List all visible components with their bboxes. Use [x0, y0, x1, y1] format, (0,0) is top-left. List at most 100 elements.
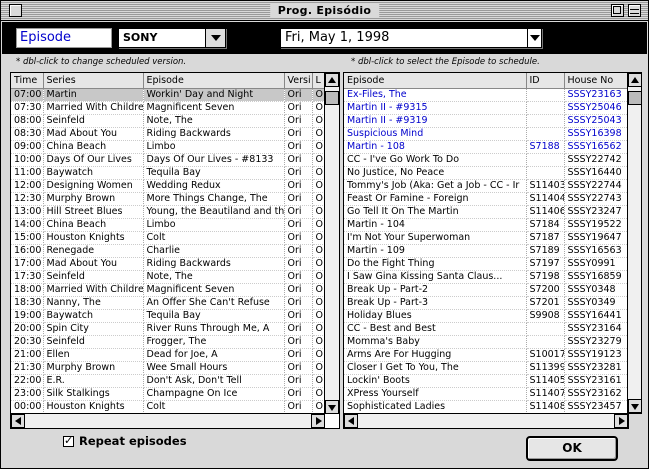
table-row[interactable]: 07:30 Married With Children Magnificent Se… — [11, 101, 325, 115]
table-row[interactable]: Martin - 109 S7189 SSSY16563 — [344, 244, 629, 258]
table-row[interactable]: 09:00 China Beach Limbo Ori O — [11, 140, 325, 154]
table-cell: An Offer She Can't Refuse — [143, 296, 285, 310]
table-cell: O — [312, 205, 325, 219]
table-cell: SSSY0349 — [564, 296, 629, 310]
scroll-down-icon[interactable] — [628, 399, 642, 413]
table-row[interactable]: I'm Not Your Superwoman S7187 SSSY19647 — [344, 231, 629, 245]
table-row[interactable]: Martin II - #9315 SSSY25046 — [344, 101, 629, 115]
scroll-down-icon[interactable] — [325, 400, 339, 414]
date-popup[interactable]: Fri, May 1, 1998 — [280, 28, 542, 48]
table-row[interactable]: 16:00 Renegade Charlie Ori O — [11, 244, 325, 258]
table-row[interactable]: Sophisticated Ladies S11408 SSSY23457 — [344, 400, 629, 414]
episodes-hint: * dbl-click to select the Episode to sch… — [351, 57, 540, 67]
scroll-left-icon[interactable] — [11, 414, 25, 428]
table-row[interactable]: 13:00 Hill Street Blues Young, the Beautil… — [11, 205, 325, 219]
table-row[interactable]: Martin II - #9319 SSSY25043 — [344, 114, 629, 128]
repeat-episodes-checkbox[interactable] — [63, 434, 74, 447]
scroll-thumb[interactable] — [628, 91, 642, 105]
table-row[interactable]: 07:00 Martin Workin' Day and Night Ori O — [11, 88, 325, 102]
table-row[interactable]: Break Up - Part-2 S7200 SSSY0348 — [344, 283, 629, 297]
table-row[interactable]: 18:30 Nanny, The An Offer She Can't Refuse… — [11, 296, 325, 310]
table-row[interactable]: Ex-Files, The SSSY23163 — [344, 88, 629, 102]
table-row[interactable]: Martin - 108 S7188 SSSY16562 — [344, 140, 629, 154]
table-row[interactable]: Tommy's Job (Aka: Get a Job - CC - Ir S11… — [344, 179, 629, 193]
table-row[interactable]: 08:30 Mad About You Riding Backwards Ori O — [11, 127, 325, 141]
table-row[interactable]: 22:00 E.R. Don't Ask, Don't Tell Ori O — [11, 374, 325, 388]
chevron-down-icon[interactable] — [205, 29, 225, 47]
table-cell: 08:30 — [11, 127, 44, 141]
ok-button[interactable]: OK — [526, 436, 618, 461]
table-cell: Frogger, The — [143, 335, 285, 349]
table-cell: Note, The — [143, 270, 285, 284]
scroll-left-icon[interactable] — [344, 414, 358, 428]
table-row[interactable]: Closer I Get To You, The S11399 SSSY23281 — [344, 361, 629, 375]
table-row[interactable]: 18:00 Married With Children Magnificent Se… — [11, 283, 325, 297]
repeat-episodes-label[interactable]: Repeat episodes — [79, 434, 187, 448]
table-row[interactable]: 12:00 Designing Women Wedding Redux Ori O — [11, 179, 325, 193]
table-row[interactable]: CC - I've Go Work To Do SSSY22742 — [344, 153, 629, 167]
table-cell: Ori — [284, 374, 313, 388]
scroll-thumb[interactable] — [325, 91, 339, 105]
table-row[interactable]: Momma's Baby SSSY23279 — [344, 335, 629, 349]
table-row[interactable]: 08:00 Seinfeld Note, The Ori O — [11, 114, 325, 128]
scroll-right-icon[interactable] — [614, 414, 628, 428]
table-row[interactable]: 20:00 Spin City River Runs Through Me, A Or… — [11, 322, 325, 336]
episodes-vertical-scrollbar[interactable] — [627, 72, 642, 414]
table-row[interactable]: 21:30 Murphy Brown Wee Small Hours Ori O — [11, 361, 325, 375]
schedule-column-header[interactable]: Versi — [284, 73, 313, 89]
episodes-scroll-track[interactable] — [627, 72, 642, 414]
schedule-vertical-scrollbar[interactable] — [324, 73, 339, 414]
table-row[interactable]: I Saw Gina Kissing Santa Claus... S7198 SS… — [344, 270, 629, 284]
channel-popup[interactable]: SONY — [118, 28, 226, 48]
table-row[interactable]: No Justice, No Peace SSSY16440 — [344, 166, 629, 180]
schedule-horizontal-scrollbar[interactable] — [11, 413, 325, 428]
table-row[interactable]: 20:30 Seinfeld Frogger, The Ori O — [11, 335, 325, 349]
episode-field[interactable]: Episode — [16, 28, 112, 48]
table-row[interactable]: Arms Are For Hugging S10017 SSSY19123 — [344, 348, 629, 362]
table-row[interactable]: 17:30 Seinfeld Note, The Ori O — [11, 270, 325, 284]
schedule-column-header[interactable]: L — [312, 73, 325, 89]
table-cell: SSSY22743 — [564, 192, 629, 206]
episodes-column-header[interactable]: Episode — [344, 73, 527, 89]
table-cell: SSSY16562 — [564, 140, 629, 154]
table-cell: S11407 — [526, 387, 565, 401]
table-row[interactable]: 11:00 Baywatch Tequila Bay Ori O — [11, 166, 325, 180]
table-row[interactable]: 00:00 Houston Knights Colt Ori O — [11, 400, 325, 414]
table-row[interactable]: XPress Yourself S11407 SSSY23162 — [344, 387, 629, 401]
table-row[interactable]: 14:00 China Beach Limbo Ori O — [11, 218, 325, 232]
table-row[interactable]: Martin - 104 S7184 SSSY19522 — [344, 218, 629, 232]
collapse-box-icon[interactable] — [628, 4, 641, 17]
close-box-icon[interactable] — [9, 4, 22, 17]
table-cell: Mad About You — [43, 127, 144, 141]
table-row[interactable]: Lockin' Boots S11405 SSSY23161 — [344, 374, 629, 388]
title-bar[interactable]: Prog. Episódio — [1, 1, 648, 21]
table-row[interactable]: Go Tell It On The Martin S11406 SSSY23247 — [344, 205, 629, 219]
scroll-up-icon[interactable] — [628, 73, 642, 87]
table-row[interactable]: CC - Best and Best SSSY23164 — [344, 322, 629, 336]
table-row[interactable]: 17:00 Mad About You Riding Backwards Ori O — [11, 257, 325, 271]
table-cell: Spin City — [43, 322, 144, 336]
table-row[interactable]: Holiday Blues S9908 SSSY16441 — [344, 309, 629, 323]
schedule-column-header[interactable]: Episode — [143, 73, 285, 89]
episodes-column-header[interactable]: House No — [564, 73, 629, 89]
table-cell: 19:00 — [11, 309, 44, 323]
chevron-down-icon[interactable] — [527, 29, 541, 47]
scroll-up-icon[interactable] — [325, 73, 339, 87]
episodes-horizontal-scrollbar[interactable] — [344, 413, 628, 428]
table-row[interactable]: 23:00 Silk Stalkings Champagne On Ice Ori O — [11, 387, 325, 401]
table-cell: Closer I Get To You, The — [344, 361, 527, 375]
table-row[interactable]: Suspicious Mind SSSY16398 — [344, 127, 629, 141]
schedule-column-header[interactable]: Series — [43, 73, 144, 89]
table-row[interactable]: Do the Fight Thing S7197 SSSY0991 — [344, 257, 629, 271]
table-row[interactable]: 21:00 Ellen Dead for Joe, A Ori O — [11, 348, 325, 362]
episodes-column-header[interactable]: ID — [526, 73, 565, 89]
table-row[interactable]: 15:00 Houston Knights Colt Ori O — [11, 231, 325, 245]
scroll-right-icon[interactable] — [311, 414, 325, 428]
table-row[interactable]: Feast Or Famine - Foreign S11404 SSSY22743 — [344, 192, 629, 206]
table-row[interactable]: Break Up - Part-3 S7201 SSSY0349 — [344, 296, 629, 310]
schedule-column-header[interactable]: Time — [11, 73, 44, 89]
table-row[interactable]: 10:00 Days Of Our Lives Days Of Our Lives … — [11, 153, 325, 167]
table-row[interactable]: 12:30 Murphy Brown More Things Change, The… — [11, 192, 325, 206]
zoom-box-icon[interactable] — [611, 4, 624, 17]
table-row[interactable]: 19:00 Baywatch Tequila Bay Ori O — [11, 309, 325, 323]
